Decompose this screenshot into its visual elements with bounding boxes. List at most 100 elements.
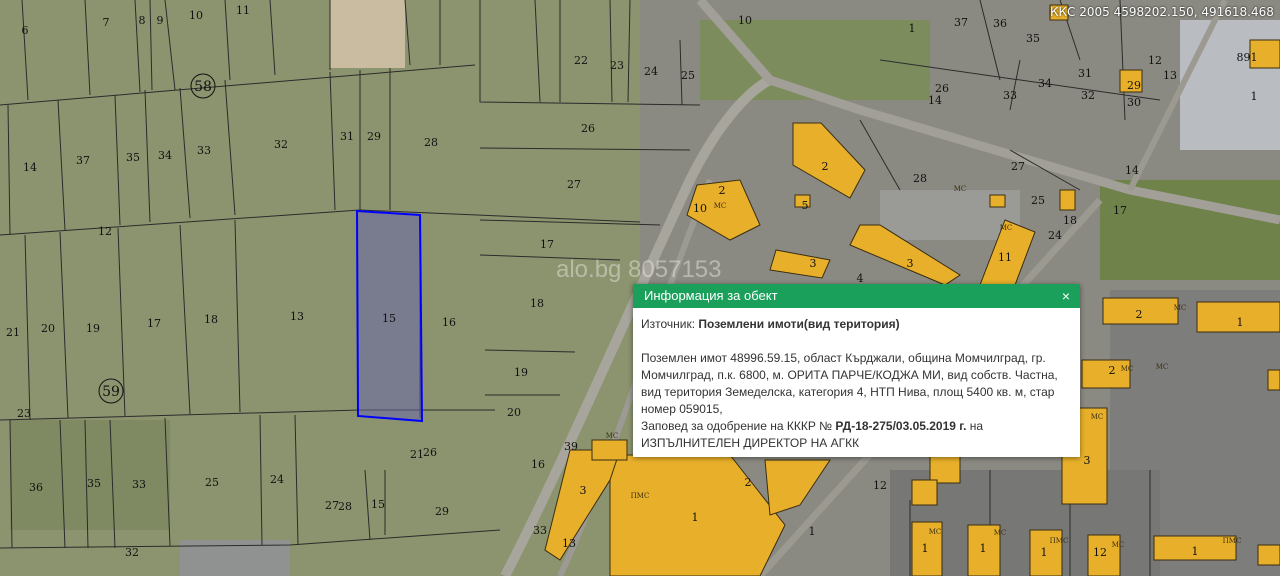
parcel-label: 17 — [540, 238, 554, 251]
order-issuer: ИЗПЪЛНИТЕЛЕН ДИРЕКТОР НА АГКК — [641, 436, 860, 450]
parcel-label: 12 — [873, 479, 887, 492]
parcel-label: 1 — [1237, 316, 1244, 329]
parcel-label: 25 — [1031, 194, 1045, 207]
building-code-label: МС — [954, 185, 967, 193]
parcel-label: 21 — [410, 448, 424, 461]
parcel-label: 34 — [1038, 77, 1052, 90]
parcel-label: 13 — [562, 537, 576, 550]
parcel-label: 35 — [126, 151, 140, 164]
popup-title: Информация за обект — [644, 288, 778, 303]
parcel-label: 39 — [564, 440, 578, 453]
parcel-label: 13 — [290, 310, 304, 323]
parcel-label: 1 — [922, 542, 929, 555]
building[interactable] — [1267, 369, 1280, 391]
parcel-label: 2 — [1136, 308, 1143, 321]
parcel-label: 33 — [132, 478, 146, 491]
parcel-label: 11 — [998, 251, 1012, 264]
parcel-label: 3 — [1084, 454, 1091, 467]
block-label-59: 59 — [102, 384, 120, 400]
parcel-label: 25 — [681, 69, 695, 82]
parcel-label: 31 — [340, 130, 354, 143]
watermark: alo.bg 8057153 — [556, 256, 722, 283]
parcel-label: 9 — [157, 14, 164, 27]
parcel-label: 15 — [371, 498, 385, 511]
parcel-label: 24 — [270, 473, 284, 486]
parcel-label: 5 — [802, 199, 809, 212]
parcel-label: 14 — [23, 161, 37, 174]
order-prefix: Заповед за одобрение на КККР № — [641, 419, 833, 433]
building-code-label: ПМС — [1223, 537, 1242, 545]
parcel-label: 11 — [236, 4, 250, 17]
parcel-label: 18 — [530, 297, 544, 310]
parcel-label: 25 — [205, 476, 219, 489]
parcel-label: 16 — [442, 316, 456, 329]
parcel-label: 16 — [531, 458, 545, 471]
close-icon[interactable]: × — [1058, 284, 1074, 308]
parcel-label: 36 — [993, 17, 1007, 30]
parcel-label: 10 — [693, 202, 707, 215]
parcel-label: 17 — [1113, 204, 1127, 217]
parcel-label: 37 — [954, 16, 968, 29]
order-line: Заповед за одобрение на КККР № РД-18-275… — [641, 418, 1072, 452]
parcel-label: 28 — [338, 500, 352, 513]
parcel-label: 1 — [1192, 545, 1199, 558]
parcel-label: 23 — [610, 59, 624, 72]
building[interactable] — [591, 439, 628, 461]
parcel-label: 2 — [1109, 364, 1116, 377]
parcel-label: 28 — [913, 172, 927, 185]
parcel-label: 1 — [809, 525, 816, 538]
parcel-label: 26 — [581, 122, 595, 135]
parcel-label: 29 — [435, 505, 449, 518]
parcel-label: 15 — [382, 312, 396, 325]
parcel-label: 2 — [745, 476, 752, 489]
parcel-label: 37 — [76, 154, 90, 167]
parcel-label: 891 — [1237, 51, 1258, 64]
parcel-label: 32 — [274, 138, 288, 151]
building-code-label: ПМС — [631, 492, 650, 500]
parcel-label: 14 — [928, 94, 942, 107]
parcel-label: 18 — [1063, 214, 1077, 227]
parcel-label: 14 — [1125, 164, 1139, 177]
building[interactable] — [1257, 544, 1280, 566]
parcel-label: 35 — [1026, 32, 1040, 45]
parcel-label: 19 — [86, 322, 100, 335]
building-code-label: МС — [1121, 365, 1134, 373]
building[interactable] — [989, 194, 1006, 208]
order-suffix: на — [969, 419, 984, 433]
building-code-label: МС — [1156, 363, 1169, 371]
parcel-label: 3 — [810, 257, 817, 270]
parcel-label: 36 — [29, 481, 43, 494]
parcel-label: 34 — [158, 149, 172, 162]
parcel-label: 13 — [1163, 69, 1177, 82]
parcel-label: 33 — [197, 144, 211, 157]
parcel-label: 20 — [507, 406, 521, 419]
parcel-label: 19 — [514, 366, 528, 379]
parcel-label: 10 — [189, 9, 203, 22]
building-code-label: ПМС — [1050, 537, 1069, 545]
parcel-label: 12 — [98, 225, 112, 238]
parcel-label: 1 — [692, 511, 699, 524]
parcel-label: 26 — [423, 446, 437, 459]
parcel-label: 3 — [580, 484, 587, 497]
building[interactable] — [911, 479, 938, 506]
building-code-label: МС — [606, 432, 619, 440]
parcel-label: 1 — [980, 542, 987, 555]
building-code-label: МС — [714, 202, 727, 210]
parcel-label: 8 — [139, 14, 146, 27]
parcel-label: 27 — [325, 499, 339, 512]
parcel-label: 6 — [22, 24, 29, 37]
source-label: Източник: — [641, 317, 696, 331]
parcel-label: 35 — [87, 477, 101, 490]
parcel-label: 28 — [424, 136, 438, 149]
parcel-label: 17 — [147, 317, 161, 330]
building-code-label: МС — [1091, 413, 1104, 421]
building[interactable] — [1059, 189, 1076, 211]
order-number: РД-18-275/03.05.2019 г. — [835, 419, 967, 433]
parcel-label: 33 — [533, 524, 547, 537]
parcel-label: 1 — [1251, 90, 1258, 103]
building-code-label: МС — [929, 528, 942, 536]
parcel-label: 32 — [125, 546, 139, 559]
building[interactable] — [929, 454, 961, 484]
parcel-label: 24 — [1048, 229, 1062, 242]
building-code-label: МС — [1174, 304, 1187, 312]
